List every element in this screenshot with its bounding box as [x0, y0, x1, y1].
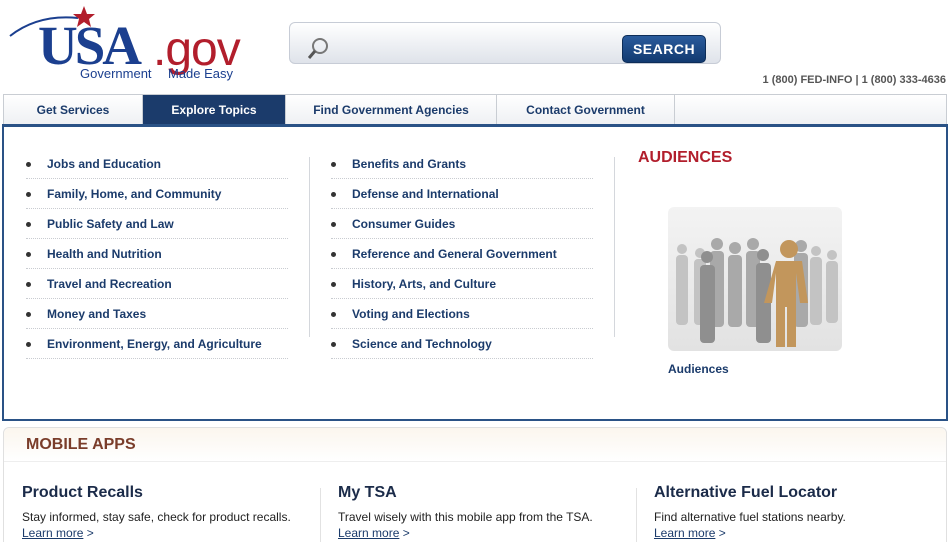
main-nav: Get Services Explore Topics Find Governm… — [3, 94, 947, 125]
app-divider — [636, 488, 637, 542]
bullet-icon — [26, 192, 31, 197]
phone-number-numeric: (800) 333-4636 — [867, 74, 946, 86]
topic-link[interactable]: Money and Taxes — [26, 299, 288, 329]
bullet-icon — [331, 192, 336, 197]
topic-label: Health and Nutrition — [47, 247, 162, 261]
bullet-icon — [331, 312, 336, 317]
learn-more-link[interactable]: Learn more — [338, 526, 399, 540]
topics-column-1: Jobs and Education Family, Home, and Com… — [26, 149, 288, 359]
topic-label: Science and Technology — [352, 337, 492, 351]
explore-topics-panel: Jobs and Education Family, Home, and Com… — [2, 124, 948, 421]
bullet-icon — [331, 282, 336, 287]
column-divider — [614, 157, 615, 337]
arrow-icon: > — [715, 526, 726, 540]
tab-get-services[interactable]: Get Services — [4, 95, 143, 125]
logo-tagline-made-easy: Made Easy — [168, 66, 234, 81]
tab-contact-government[interactable]: Contact Government — [497, 95, 675, 125]
topic-label: Public Safety and Law — [47, 217, 174, 231]
audiences-heading: AUDIENCES — [638, 149, 733, 166]
arrow-icon: > — [83, 526, 94, 540]
app-title[interactable]: My TSA — [338, 484, 628, 502]
phone-separator: | — [852, 74, 862, 86]
bullet-icon — [26, 162, 31, 167]
bullet-icon — [331, 342, 336, 347]
tab-explore-topics[interactable]: Explore Topics — [143, 95, 286, 125]
logo-tagline-government: Government — [80, 66, 152, 81]
app-learn-more: Learn more > — [22, 526, 312, 540]
topic-label: Defense and International — [352, 187, 499, 201]
app-title[interactable]: Product Recalls — [22, 484, 312, 502]
app-learn-more: Learn more > — [654, 526, 944, 540]
bullet-icon — [26, 222, 31, 227]
topic-link[interactable]: History, Arts, and Culture — [331, 269, 593, 299]
topics-column-2: Benefits and Grants Defense and Internat… — [331, 149, 593, 359]
learn-more-link[interactable]: Learn more — [654, 526, 715, 540]
topic-link[interactable]: Consumer Guides — [331, 209, 593, 239]
topic-link[interactable]: Jobs and Education — [26, 149, 288, 179]
audiences-link[interactable]: Audiences — [668, 362, 729, 376]
crowd-silhouette-icon — [676, 238, 838, 347]
mobile-apps-section: MOBILE APPS Product Recalls Stay informe… — [3, 427, 947, 542]
bullet-icon — [331, 162, 336, 167]
topic-link[interactable]: Health and Nutrition — [26, 239, 288, 269]
app-title[interactable]: Alternative Fuel Locator — [654, 484, 944, 502]
app-description: Stay informed, stay safe, check for prod… — [22, 510, 291, 524]
phone-number-fed-info: (800) FED-INFO — [768, 74, 853, 86]
topic-label: Benefits and Grants — [352, 157, 467, 171]
topic-label: Money and Taxes — [47, 307, 147, 321]
mobile-apps-header — [4, 428, 946, 462]
search-bar: SEARCH — [289, 22, 721, 64]
bullet-icon — [26, 342, 31, 347]
app-learn-more: Learn more > — [338, 526, 628, 540]
topic-link[interactable]: Science and Technology — [331, 329, 593, 359]
mobile-apps-title: MOBILE APPS — [26, 436, 136, 453]
topic-label: History, Arts, and Culture — [352, 277, 497, 291]
phone-numbers: 1 (800) FED-INFO | 1 (800) 333-4636 — [763, 74, 946, 86]
search-input[interactable] — [302, 33, 612, 59]
topic-link[interactable]: Family, Home, and Community — [26, 179, 288, 209]
topic-link[interactable]: Travel and Recreation — [26, 269, 288, 299]
topic-label: Reference and General Government — [352, 247, 557, 261]
bullet-icon — [331, 222, 336, 227]
topic-label: Voting and Elections — [352, 307, 470, 321]
app-divider — [320, 488, 321, 542]
tab-find-government-agencies[interactable]: Find Government Agencies — [286, 95, 497, 125]
app-card-my-tsa: My TSA Travel wisely with this mobile ap… — [338, 484, 628, 540]
audiences-image[interactable] — [668, 207, 842, 351]
topic-link[interactable]: Environment, Energy, and Agriculture — [26, 329, 288, 359]
topic-label: Travel and Recreation — [47, 277, 172, 291]
arrow-icon: > — [399, 526, 410, 540]
topic-link[interactable]: Reference and General Government — [331, 239, 593, 269]
topic-label: Consumer Guides — [352, 217, 456, 231]
bullet-icon — [26, 282, 31, 287]
logo-usa-text: USA — [38, 15, 142, 76]
learn-more-link[interactable]: Learn more — [22, 526, 83, 540]
search-button[interactable]: SEARCH — [622, 35, 706, 63]
topic-link[interactable]: Defense and International — [331, 179, 593, 209]
topic-link[interactable]: Benefits and Grants — [331, 149, 593, 179]
app-description: Travel wisely with this mobile app from … — [338, 510, 593, 524]
bullet-icon — [26, 312, 31, 317]
topic-label: Environment, Energy, and Agriculture — [47, 337, 262, 351]
bullet-icon — [26, 252, 31, 257]
column-divider — [309, 157, 310, 337]
topic-label: Family, Home, and Community — [47, 187, 222, 201]
topic-link[interactable]: Voting and Elections — [331, 299, 593, 329]
bullet-icon — [331, 252, 336, 257]
topic-label: Jobs and Education — [47, 157, 162, 171]
app-card-alternative-fuel-locator: Alternative Fuel Locator Find alternativ… — [654, 484, 944, 540]
app-card-product-recalls: Product Recalls Stay informed, stay safe… — [22, 484, 312, 540]
topic-link[interactable]: Public Safety and Law — [26, 209, 288, 239]
usa-gov-logo[interactable]: USA .gov Government Made Easy — [8, 4, 278, 84]
app-description: Find alternative fuel stations nearby. — [654, 510, 846, 524]
